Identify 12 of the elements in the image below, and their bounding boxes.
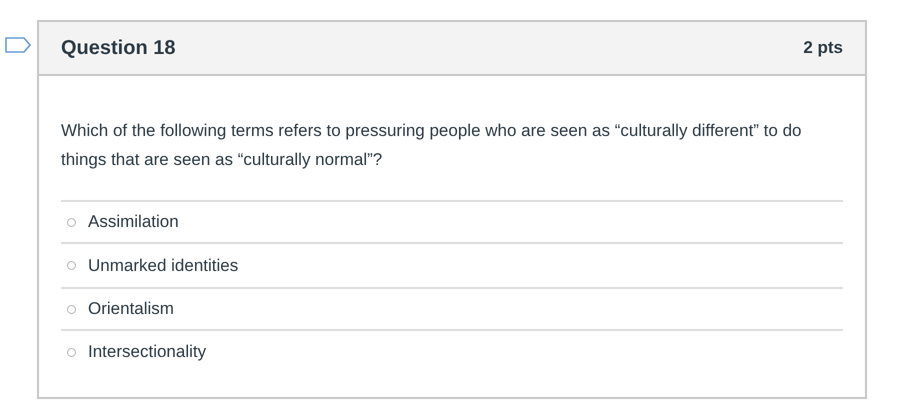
radio-button[interactable] bbox=[67, 348, 76, 356]
points: 2 pts bbox=[803, 37, 843, 60]
question-title: Question 18 bbox=[61, 36, 176, 61]
answer-label: Assimilation bbox=[88, 211, 179, 234]
flag-icon[interactable] bbox=[5, 37, 31, 53]
radio-button[interactable] bbox=[67, 218, 76, 226]
answer-label: Unmarked identities bbox=[88, 254, 238, 277]
answer-label: Intersectionality bbox=[88, 341, 206, 364]
radio-button[interactable] bbox=[67, 304, 76, 314]
answer-label: Orientalism bbox=[88, 298, 174, 320]
question-text: Which of the following terms refers to pressuring people who are seen as “culturally different” to do things that are seen as “culturally normal”? bbox=[61, 120, 802, 171]
radio-button[interactable] bbox=[67, 261, 76, 270]
